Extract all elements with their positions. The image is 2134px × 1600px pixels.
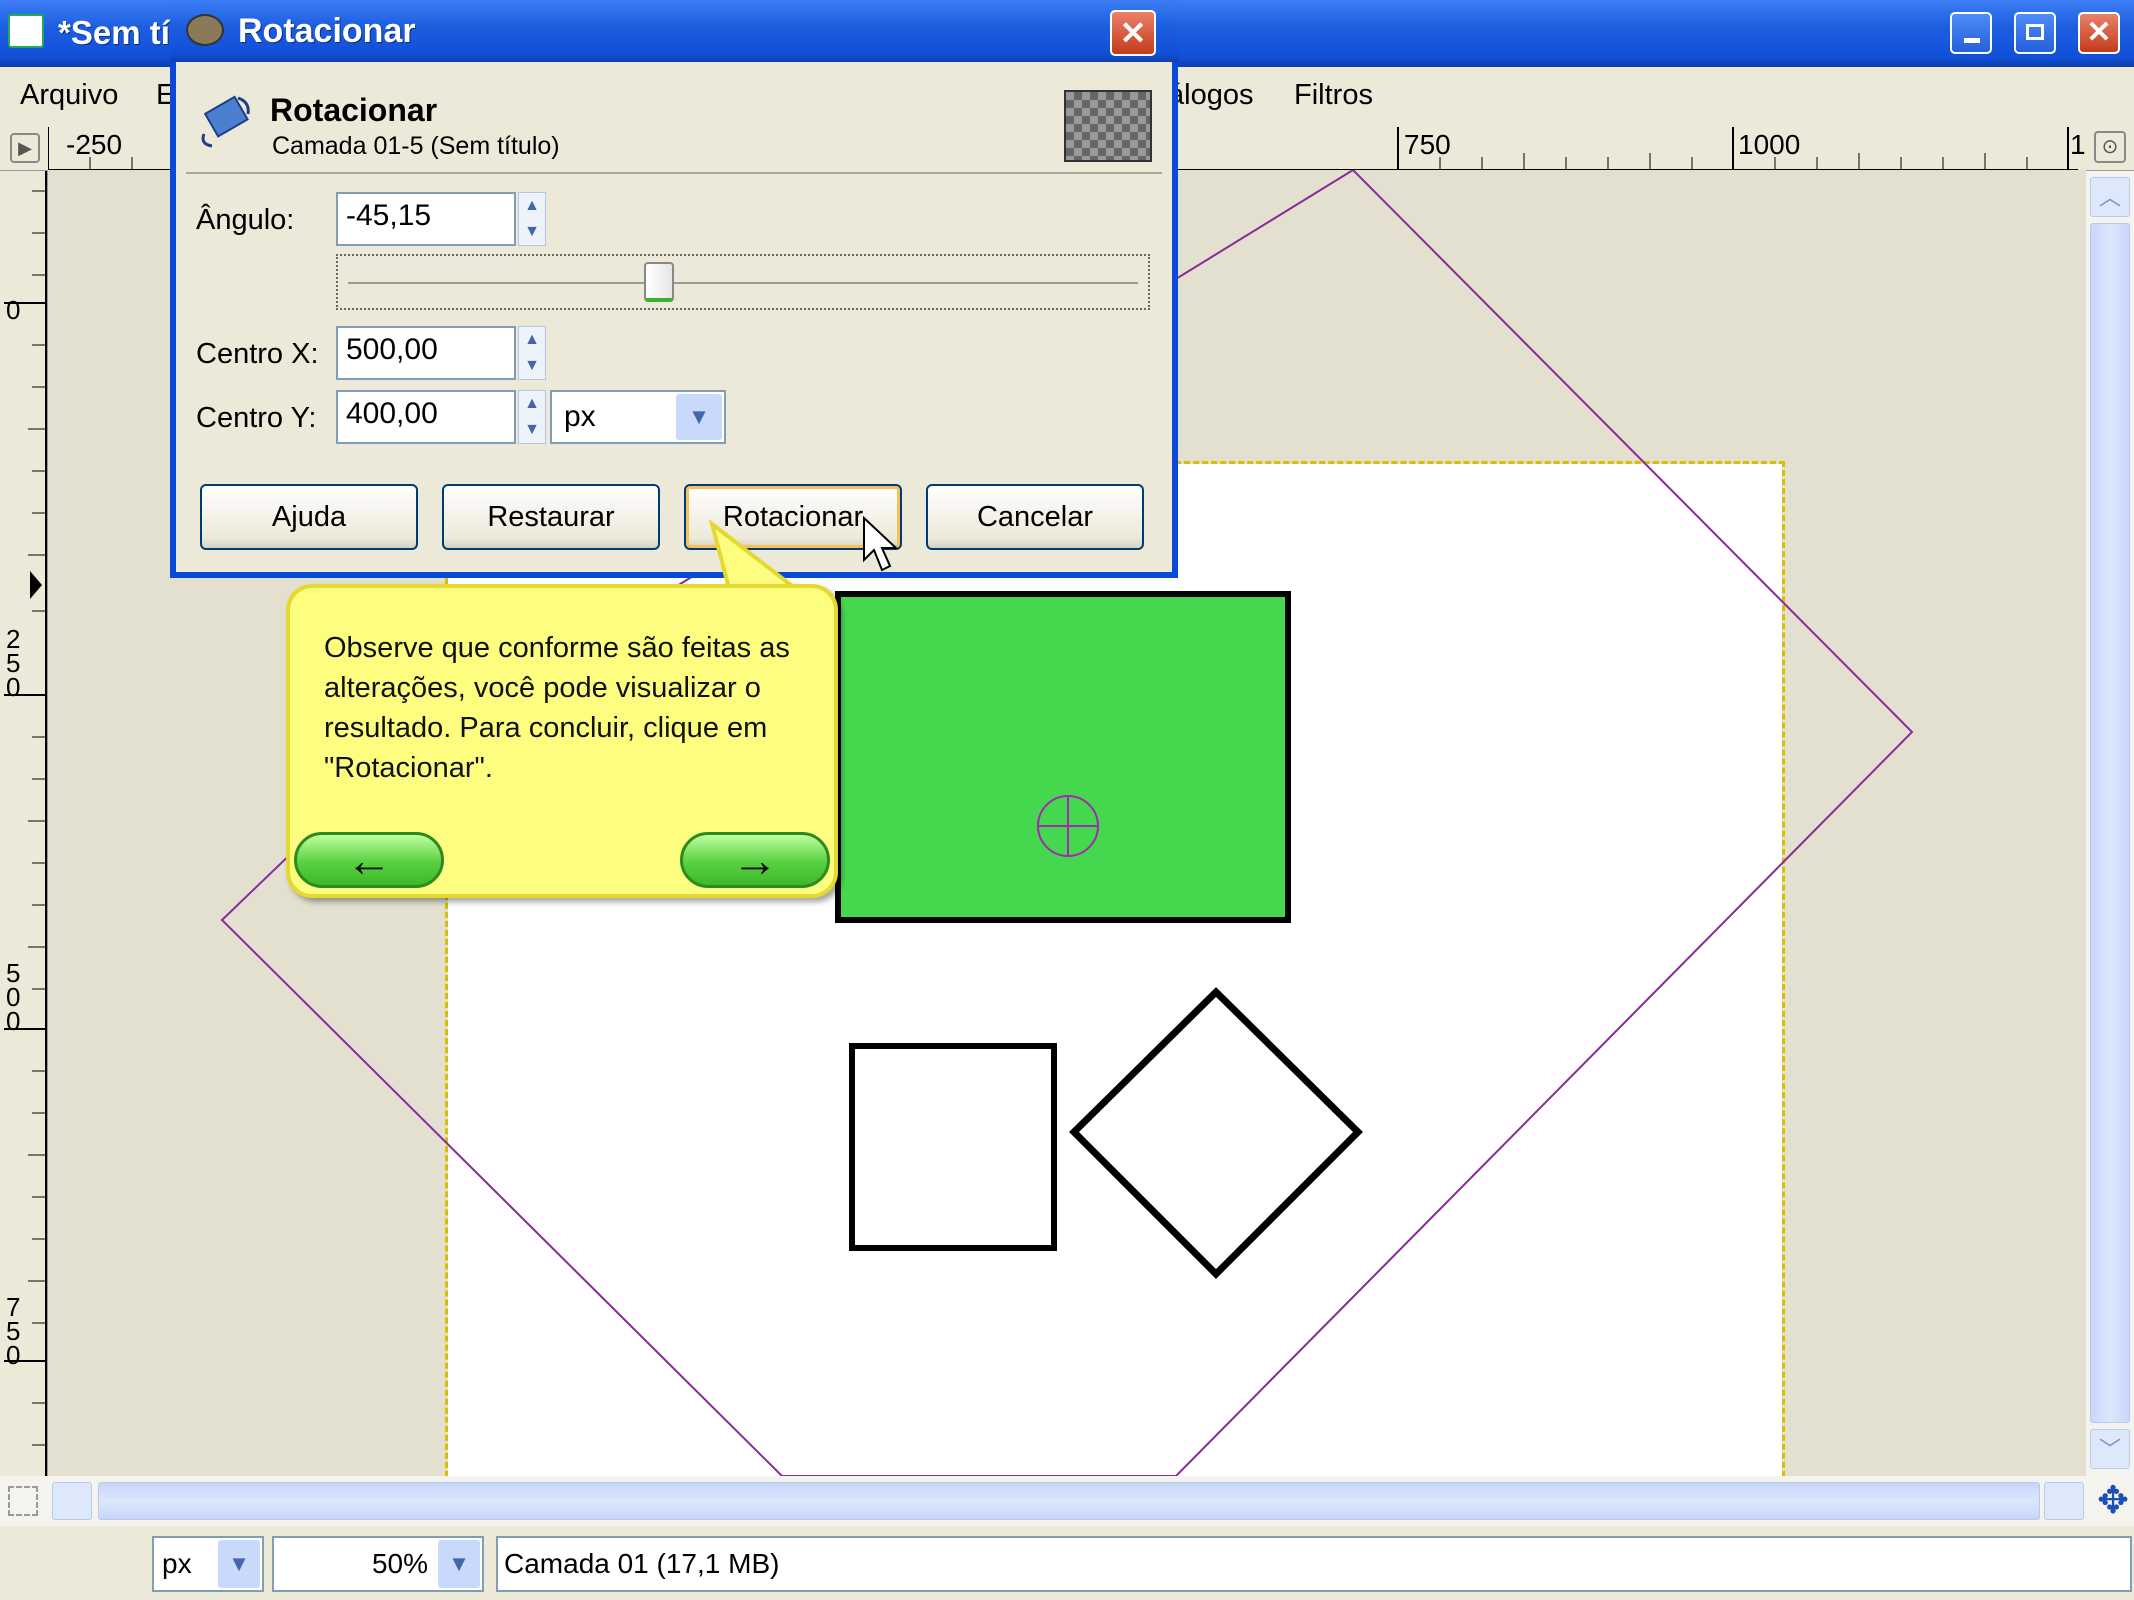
zoom-navigate-icon[interactable]: ⊙ <box>2094 131 2126 163</box>
layer-info-text: Camada 01 (17,1 MB) <box>504 1548 780 1579</box>
vertical-scrollbar[interactable]: ︿ ﹀ <box>2086 171 2134 1477</box>
back-arrow-button[interactable]: ← <box>294 832 444 888</box>
left-ruler: 0 2 5 0 5 0 0 7 5 0 <box>0 171 48 1477</box>
gimp-app-icon <box>8 14 44 48</box>
statusbar: px ▼ 50% ▼ Camada 01 (17,1 MB) <box>0 1526 2134 1600</box>
reset-button[interactable]: Restaurar <box>442 484 660 550</box>
angle-label: Ângulo: <box>196 204 295 236</box>
rotate-dialog: Rotacionar ✕ Rotacionar Camada 01-5 (Sem… <box>170 0 1178 578</box>
horizontal-scroll-thumb[interactable] <box>98 1482 2040 1520</box>
maximize-button[interactable] <box>2014 12 2056 54</box>
rotate-tool-icon <box>198 94 250 148</box>
back-arrow-icon: ← <box>346 834 392 886</box>
center-y-value: 400,00 <box>346 397 438 430</box>
angle-value: -45,15 <box>346 199 432 232</box>
angle-input[interactable]: -45,15 <box>336 192 516 246</box>
scroll-right-button[interactable] <box>2044 1482 2084 1520</box>
center-y-label: Centro Y: <box>196 402 317 434</box>
menu-dialogos[interactable]: álogos <box>1168 79 1253 112</box>
left-ruler-label-250: 2 5 0 <box>6 624 21 702</box>
unit-combo-value: px <box>564 400 596 433</box>
center-x-spin-buttons[interactable]: ▲ ▼ <box>518 326 546 380</box>
unit-select-dropdown-icon[interactable]: ▼ <box>218 1540 260 1588</box>
center-y-spin-buttons[interactable]: ▲ ▼ <box>518 390 546 444</box>
menu-arquivo[interactable]: Arquivo <box>20 79 118 112</box>
rotated-diamond <box>1069 987 1363 1279</box>
cancel-button-label: Cancelar <box>976 500 1094 533</box>
center-x-value: 500,00 <box>346 333 438 366</box>
dialog-titlebar: Rotacionar ✕ <box>170 0 1178 62</box>
unit-select-value: px <box>162 1548 192 1579</box>
quick-mask-toggle-icon[interactable]: ▶ <box>10 133 40 163</box>
header-separator <box>186 172 1162 174</box>
left-ruler-label-0: 0 <box>6 295 21 325</box>
menu-filtros[interactable]: Filtros <box>1294 79 1373 112</box>
help-button[interactable]: Ajuda <box>200 484 418 550</box>
dialog-header-title: Rotacionar <box>270 92 438 128</box>
tutorial-tooltip: Observe que conforme são feitas as alter… <box>286 584 838 898</box>
dialog-body: Rotacionar Camada 01-5 (Sem título) Ângu… <box>176 62 1172 572</box>
rotation-center-crosshair <box>1037 795 1099 857</box>
status-message: Camada 01 (17,1 MB) <box>496 1536 2132 1592</box>
angle-spin-buttons[interactable]: ▲ ▼ <box>518 192 546 246</box>
zoom-value: 50% <box>371 1548 428 1579</box>
angle-slider-track <box>348 282 1138 284</box>
vertical-scroll-thumb[interactable] <box>2090 223 2130 1423</box>
dialog-header-subtitle: Camada 01-5 (Sem título) <box>272 132 560 160</box>
help-button-label: Ajuda <box>271 500 347 533</box>
left-ruler-label-500: 5 0 0 <box>6 958 21 1036</box>
next-arrow-icon: → <box>732 834 778 886</box>
left-ruler-label-750: 7 5 0 <box>6 1292 21 1370</box>
zoom-dropdown-icon[interactable]: ▼ <box>438 1540 480 1588</box>
dialog-close-button[interactable]: ✕ <box>1110 10 1156 56</box>
selection-toggle-icon[interactable] <box>8 1486 38 1516</box>
dialog-title: Rotacionar <box>238 12 416 50</box>
navigate-move-icon[interactable]: ✥ <box>2094 1480 2132 1522</box>
scroll-up-button[interactable]: ︿ <box>2090 177 2130 217</box>
center-y-input[interactable]: 400,00 <box>336 390 516 444</box>
cancel-button[interactable]: Cancelar <box>926 484 1144 550</box>
reset-button-label: Restaurar <box>487 500 615 533</box>
scroll-down-button[interactable]: ﹀ <box>2090 1429 2130 1469</box>
close-window-button[interactable]: ✕ <box>2078 12 2120 54</box>
center-x-label: Centro X: <box>196 338 319 370</box>
mouse-cursor-icon <box>863 516 899 572</box>
angle-slider-handle[interactable] <box>644 262 674 302</box>
horizontal-scrollbar[interactable]: ✥ <box>0 1476 2134 1526</box>
angle-slider[interactable] <box>336 254 1150 310</box>
white-square <box>849 1043 1057 1251</box>
green-rectangle <box>835 591 1291 923</box>
gimp-wilber-icon <box>186 14 224 46</box>
main-window-title: *Sem tí <box>58 14 170 51</box>
scroll-left-button[interactable] <box>52 1482 92 1520</box>
center-x-input[interactable]: 500,00 <box>336 326 516 380</box>
tooltip-text: Observe que conforme são feitas as alter… <box>324 632 790 784</box>
next-arrow-button[interactable]: → <box>680 832 830 888</box>
minimize-button[interactable] <box>1950 12 1992 54</box>
unit-combo-dropdown-icon[interactable]: ▼ <box>676 394 722 440</box>
layer-thumbnail <box>1064 90 1152 162</box>
